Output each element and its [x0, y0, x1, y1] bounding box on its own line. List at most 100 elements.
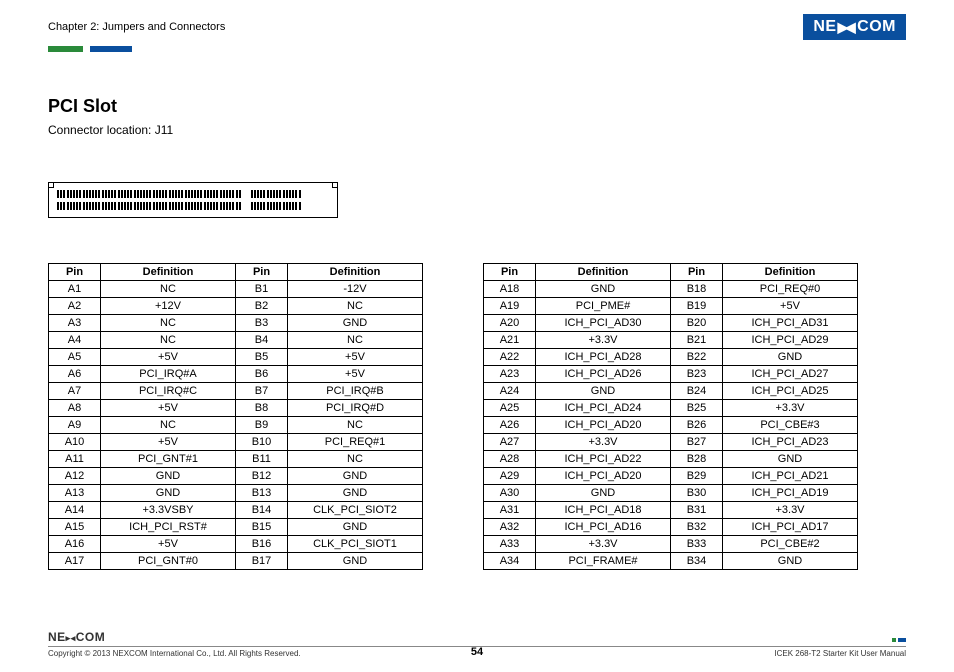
table-row: A20ICH_PCI_AD30B20ICH_PCI_AD31	[484, 315, 858, 332]
table-cell: PCI_IRQ#B	[288, 383, 423, 400]
table-cell: PCI_GNT#1	[101, 451, 236, 468]
table-cell: B21	[671, 332, 723, 349]
table-cell: ICH_PCI_AD31	[723, 315, 858, 332]
table-cell: PCI_IRQ#A	[101, 366, 236, 383]
th-pin: Pin	[236, 264, 288, 281]
table-cell: +3.3V	[536, 434, 671, 451]
table-cell: ICH_PCI_AD20	[536, 468, 671, 485]
table-row: A29ICH_PCI_AD20B29ICH_PCI_AD21	[484, 468, 858, 485]
table-cell: A26	[484, 417, 536, 434]
table-row: A19PCI_PME#B19+5V	[484, 298, 858, 315]
section-subtitle: Connector location: J11	[48, 123, 906, 137]
table-row: A10+5VB10PCI_REQ#1	[49, 434, 423, 451]
table-cell: A32	[484, 519, 536, 536]
table-row: A25ICH_PCI_AD24B25+3.3V	[484, 400, 858, 417]
table-cell: B28	[671, 451, 723, 468]
table-cell: B31	[671, 502, 723, 519]
th-pin: Pin	[49, 264, 101, 281]
table-cell: A22	[484, 349, 536, 366]
table-cell: GND	[288, 485, 423, 502]
table-cell: NC	[288, 332, 423, 349]
header-accent-line	[48, 46, 906, 52]
table-header-row: Pin Definition Pin Definition	[484, 264, 858, 281]
table-cell: A14	[49, 502, 101, 519]
th-pin: Pin	[671, 264, 723, 281]
table-cell: ICH_PCI_AD22	[536, 451, 671, 468]
table-row: A26ICH_PCI_AD20B26PCI_CBE#3	[484, 417, 858, 434]
table-cell: A11	[49, 451, 101, 468]
table-cell: +5V	[101, 349, 236, 366]
table-cell: A23	[484, 366, 536, 383]
table-cell: +5V	[101, 536, 236, 553]
table-cell: A4	[49, 332, 101, 349]
table-row: A4NCB4NC	[49, 332, 423, 349]
table-cell: B13	[236, 485, 288, 502]
table-cell: B12	[236, 468, 288, 485]
table-cell: B20	[671, 315, 723, 332]
table-cell: A18	[484, 281, 536, 298]
table-row: A14+3.3VSBYB14CLK_PCI_SIOT2	[49, 502, 423, 519]
table-cell: B19	[671, 298, 723, 315]
table-cell: B25	[671, 400, 723, 417]
table-cell: ICH_PCI_RST#	[101, 519, 236, 536]
table-cell: ICH_PCI_AD23	[723, 434, 858, 451]
table-cell: NC	[101, 315, 236, 332]
table-cell: ICH_PCI_AD26	[536, 366, 671, 383]
table-cell: ICH_PCI_AD19	[723, 485, 858, 502]
table-cell: A24	[484, 383, 536, 400]
table-cell: A6	[49, 366, 101, 383]
table-row: A8+5VB8PCI_IRQ#D	[49, 400, 423, 417]
table-row: A18GNDB18PCI_REQ#0	[484, 281, 858, 298]
table-cell: ICH_PCI_AD28	[536, 349, 671, 366]
table-cell: PCI_CBE#3	[723, 417, 858, 434]
table-cell: A8	[49, 400, 101, 417]
table-row: A27+3.3VB27ICH_PCI_AD23	[484, 434, 858, 451]
table-row: A24GNDB24ICH_PCI_AD25	[484, 383, 858, 400]
table-cell: B5	[236, 349, 288, 366]
table-cell: A10	[49, 434, 101, 451]
table-cell: A31	[484, 502, 536, 519]
table-cell: A25	[484, 400, 536, 417]
table-cell: NC	[288, 298, 423, 315]
table-cell: PCI_REQ#1	[288, 434, 423, 451]
table-cell: NC	[101, 332, 236, 349]
table-cell: ICH_PCI_AD30	[536, 315, 671, 332]
table-cell: +5V	[288, 366, 423, 383]
th-def: Definition	[723, 264, 858, 281]
logo-text-right: COM	[857, 18, 896, 36]
table-cell: B22	[671, 349, 723, 366]
table-cell: +5V	[101, 434, 236, 451]
table-cell: +3.3V	[723, 400, 858, 417]
table-cell: +5V	[723, 298, 858, 315]
footer-logo: NE▸◂COM	[48, 630, 105, 644]
table-row: A11PCI_GNT#1B11NC	[49, 451, 423, 468]
table-cell: PCI_IRQ#D	[288, 400, 423, 417]
table-cell: +5V	[288, 349, 423, 366]
table-cell: B26	[671, 417, 723, 434]
table-cell: A33	[484, 536, 536, 553]
table-cell: +3.3V	[536, 332, 671, 349]
table-row: A2+12VB2NC	[49, 298, 423, 315]
footer-copyright: Copyright © 2013 NEXCOM International Co…	[48, 649, 301, 658]
th-pin: Pin	[484, 264, 536, 281]
table-cell: +3.3VSBY	[101, 502, 236, 519]
table-cell: GND	[288, 553, 423, 570]
table-cell: GND	[101, 468, 236, 485]
page-footer: NE▸◂COM Copyright © 2013 NEXCOM Internat…	[48, 630, 906, 658]
table-row: A13GNDB13GND	[49, 485, 423, 502]
table-cell: GND	[288, 468, 423, 485]
table-cell: A27	[484, 434, 536, 451]
table-row: A6PCI_IRQ#AB6+5V	[49, 366, 423, 383]
table-cell: B34	[671, 553, 723, 570]
table-cell: +3.3V	[536, 536, 671, 553]
table-cell: PCI_CBE#2	[723, 536, 858, 553]
table-cell: NC	[288, 451, 423, 468]
table-header-row: Pin Definition Pin Definition	[49, 264, 423, 281]
table-cell: B9	[236, 417, 288, 434]
table-row: A12GNDB12GND	[49, 468, 423, 485]
table-cell: B15	[236, 519, 288, 536]
table-cell: A29	[484, 468, 536, 485]
th-def: Definition	[536, 264, 671, 281]
section-title: PCI Slot	[48, 96, 906, 117]
table-cell: NC	[101, 281, 236, 298]
